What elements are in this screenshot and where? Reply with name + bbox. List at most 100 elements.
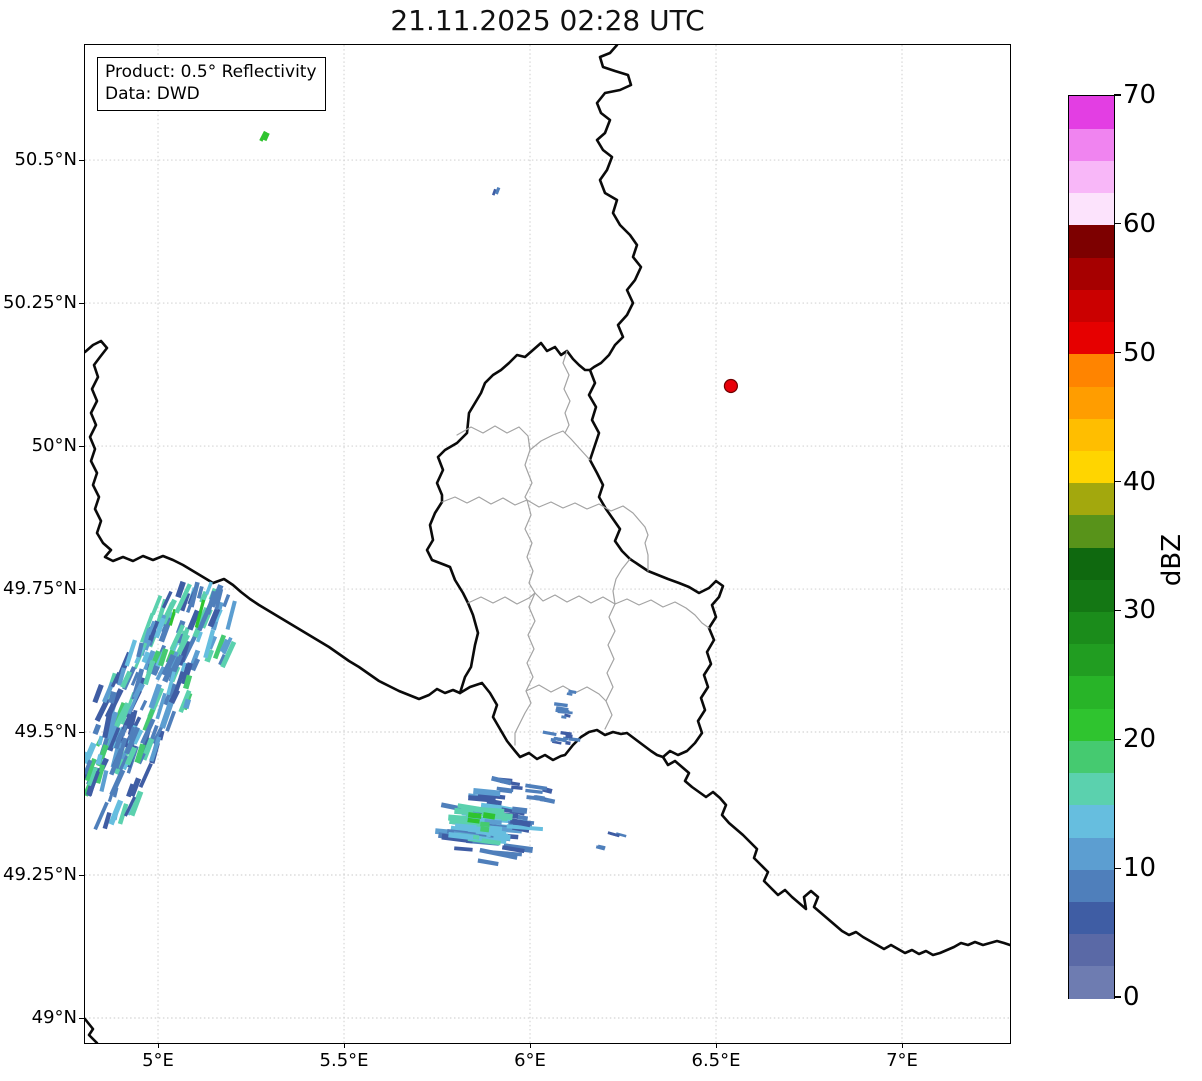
colorbar-tick-mark bbox=[1114, 609, 1121, 612]
echo-streak bbox=[138, 762, 153, 788]
colorbar-tick-label: 0 bbox=[1123, 982, 1140, 1012]
echo-streak bbox=[490, 775, 512, 786]
echo-region-moselle-dash-a bbox=[607, 831, 627, 838]
echo-region-lux-south-c bbox=[566, 689, 577, 696]
colorbar-tick-label: 60 bbox=[1123, 208, 1157, 239]
echo-streak bbox=[480, 821, 490, 827]
canton-line bbox=[604, 603, 616, 730]
map-title: 21.11.2025 02:28 UTC bbox=[390, 4, 705, 37]
x-tick-mark bbox=[344, 1043, 346, 1048]
x-tick-mark bbox=[902, 1043, 904, 1048]
country-borders bbox=[85, 45, 1010, 1043]
echo-region-north-green-dash bbox=[259, 130, 270, 142]
graticule-gridlines bbox=[85, 45, 1010, 1043]
colorbar-segment bbox=[1069, 418, 1114, 451]
colorbar-segment bbox=[1069, 772, 1114, 806]
y-tick-label: 49°N bbox=[31, 1007, 77, 1028]
canton-line bbox=[612, 558, 631, 605]
y-tick-label: 49.5°N bbox=[14, 721, 77, 742]
colorbar-segment bbox=[1069, 192, 1114, 226]
echo-streak bbox=[222, 594, 231, 608]
colorbar-segment bbox=[1069, 385, 1114, 419]
colorbar-tick-mark bbox=[1114, 94, 1121, 96]
y-tick-label: 50.5°N bbox=[14, 149, 77, 171]
echo-streak bbox=[92, 683, 104, 704]
x-tick-label: 6°E bbox=[514, 1050, 546, 1071]
colorbar-segment bbox=[1069, 869, 1114, 902]
colorbar-tick-mark bbox=[1114, 223, 1121, 225]
canton-line bbox=[456, 425, 591, 461]
station-dot bbox=[723, 378, 739, 394]
colorbar-tick-label: 40 bbox=[1123, 466, 1157, 497]
canton-line bbox=[525, 684, 607, 702]
x-tick-label: 5°E bbox=[142, 1050, 174, 1071]
product-info-box: Product: 0.5° Reflectivity Data: DWD bbox=[97, 57, 326, 111]
y-tick-mark bbox=[79, 160, 84, 162]
colorbar-segment bbox=[1069, 96, 1114, 129]
colorbar-segment bbox=[1069, 611, 1114, 645]
y-tick-label: 49.25°N bbox=[3, 864, 77, 885]
echo-streak bbox=[565, 734, 573, 739]
y-tick-mark bbox=[79, 446, 84, 448]
y-tick-label: 49.75°N bbox=[3, 578, 77, 599]
canton-line bbox=[524, 449, 533, 501]
data-source-line: Data: DWD bbox=[105, 84, 200, 105]
colorbar-segment bbox=[1069, 933, 1114, 967]
canton-line bbox=[514, 592, 536, 746]
y-tick-label: 50.25°N bbox=[3, 292, 77, 314]
colorbar-tick-label: 10 bbox=[1123, 853, 1157, 884]
x-tick-label: 7°E bbox=[886, 1050, 918, 1071]
map-plot-area bbox=[84, 44, 1011, 1044]
echo-streak bbox=[542, 730, 557, 737]
colorbar-tick-mark bbox=[1114, 996, 1121, 998]
radar-site-marker bbox=[723, 378, 739, 394]
echo-streak bbox=[477, 858, 499, 867]
x-tick-mark bbox=[158, 1043, 160, 1048]
echo-streak bbox=[454, 846, 473, 852]
colorbar-tick-label: 20 bbox=[1123, 724, 1157, 755]
colorbar-tick-mark bbox=[1114, 738, 1121, 740]
echo-streak bbox=[139, 699, 148, 711]
colorbar-segment bbox=[1069, 804, 1114, 838]
colorbar-segment bbox=[1069, 514, 1114, 548]
colorbar-tick-mark bbox=[1114, 352, 1121, 354]
map-canvas bbox=[85, 45, 1010, 1043]
colorbar-segment bbox=[1069, 482, 1114, 516]
colorbar-tick-mark bbox=[1114, 480, 1121, 483]
echo-streak bbox=[107, 791, 114, 803]
x-tick-label: 6.5°E bbox=[691, 1050, 741, 1071]
y-tick-mark bbox=[79, 875, 84, 877]
echo-streak bbox=[480, 826, 490, 833]
colorbar-tick-label: 50 bbox=[1123, 337, 1157, 368]
colorbar-segment bbox=[1069, 257, 1114, 290]
x-tick-mark bbox=[530, 1043, 532, 1048]
colorbar-segment bbox=[1069, 965, 1114, 999]
colorbar bbox=[1068, 95, 1115, 999]
y-tick-mark bbox=[79, 589, 84, 591]
echo-streak bbox=[525, 788, 543, 794]
echo-region-north-blue-dash bbox=[491, 187, 501, 196]
colorbar-segment bbox=[1069, 224, 1114, 258]
border-corner-fragment bbox=[85, 1017, 99, 1043]
colorbar-tick-label: 70 bbox=[1123, 80, 1157, 110]
y-tick-mark bbox=[79, 732, 84, 734]
echo-region-moselle-dash-b bbox=[595, 844, 606, 851]
colorbar-segment bbox=[1069, 836, 1114, 870]
colorbar-segment bbox=[1069, 643, 1114, 677]
colorbar-segment bbox=[1069, 128, 1114, 162]
luxembourg-canton-borders bbox=[441, 350, 710, 746]
colorbar-segment bbox=[1069, 579, 1114, 613]
colorbar-label: dBZ bbox=[1157, 533, 1187, 587]
border-luxembourg bbox=[425, 341, 725, 762]
colorbar-segment bbox=[1069, 321, 1114, 355]
echo-streak bbox=[553, 702, 568, 708]
canton-line bbox=[467, 592, 710, 629]
colorbar-segment bbox=[1069, 547, 1114, 580]
colorbar-segment bbox=[1069, 740, 1114, 774]
product-line: Product: 0.5° Reflectivity bbox=[105, 62, 317, 82]
canton-line bbox=[562, 350, 571, 434]
echo-streak bbox=[225, 600, 237, 631]
echo-streak bbox=[92, 723, 102, 736]
echo-streak bbox=[561, 710, 573, 715]
colorbar-segment bbox=[1069, 289, 1114, 323]
